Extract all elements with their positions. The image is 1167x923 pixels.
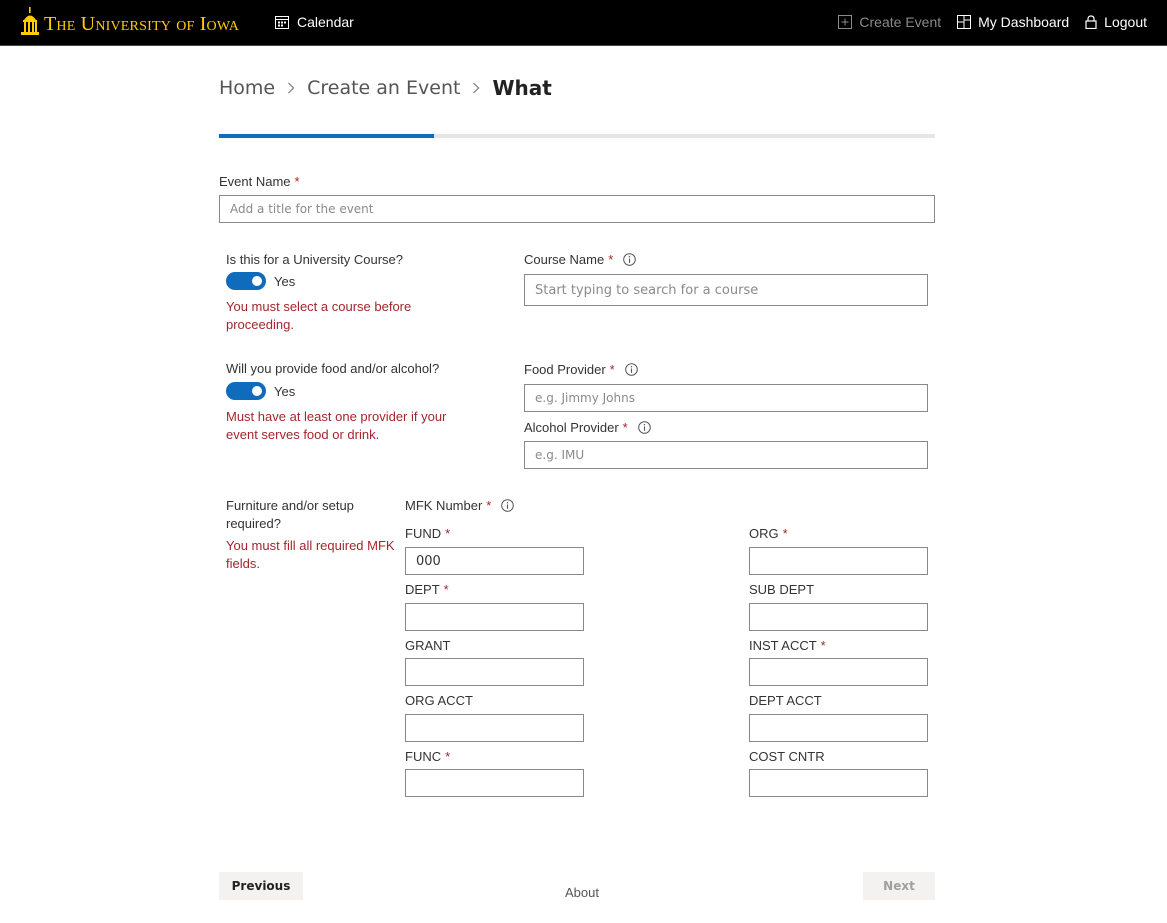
mfk-fund-label-text: FUND: [405, 526, 442, 541]
mfk-func-label-text: FUNC: [405, 749, 442, 764]
breadcrumb: Home Create an Event What: [219, 76, 552, 100]
chevron-right-icon: [287, 82, 295, 94]
breadcrumb-home[interactable]: Home: [219, 77, 275, 99]
capitol-dome-logo-icon: [21, 7, 39, 35]
about-link[interactable]: About: [565, 885, 599, 900]
mfk-cost-cntr-label-text: COST CNTR: [749, 749, 825, 764]
mfk-grant-label: GRANT: [405, 638, 451, 653]
alcohol-provider-input[interactable]: [524, 441, 928, 469]
mfk-grant-input[interactable]: [405, 658, 584, 686]
mfk-dept-label: DEPT *: [405, 582, 449, 597]
nav-dashboard-label: My Dashboard: [978, 14, 1070, 30]
mfk-fund-input[interactable]: [405, 547, 584, 575]
food-provider-label: Food Provider *: [524, 362, 638, 377]
mfk-number-label: MFK Number *: [405, 498, 515, 513]
required-marker: *: [294, 174, 300, 189]
previous-button[interactable]: Previous: [219, 872, 303, 900]
university-logo[interactable]: The University of Iowa: [20, 6, 239, 38]
add-icon: [838, 15, 853, 29]
info-icon[interactable]: [624, 363, 638, 376]
top-nav-bar: The University of Iowa Calendar Create E…: [0, 0, 1167, 46]
food-provider-label-text: Food Provider: [524, 362, 606, 377]
mfk-org-input[interactable]: [749, 547, 928, 575]
food-toggle[interactable]: [226, 382, 266, 400]
required-marker: *: [443, 582, 449, 597]
mfk-dept-acct-input[interactable]: [749, 714, 928, 742]
food-toggle-label: Yes: [274, 384, 296, 399]
mfk-dept-acct-label-text: DEPT ACCT: [749, 693, 822, 708]
calendar-icon: [275, 16, 289, 29]
required-marker: *: [622, 420, 628, 435]
mfk-inst-acct-label: INST ACCT *: [749, 638, 826, 653]
nav-calendar-label: Calendar: [297, 14, 354, 30]
info-icon[interactable]: [623, 253, 637, 266]
mfk-inst-acct-label-text: INST ACCT: [749, 638, 817, 653]
mfk-dept-input[interactable]: [405, 603, 584, 631]
required-marker: *: [486, 498, 492, 513]
mfk-sub-dept-input[interactable]: [749, 603, 928, 631]
info-icon[interactable]: [637, 421, 651, 434]
dashboard-icon: [957, 15, 972, 29]
furniture-error-message: You must fill all required MFK fields.: [226, 538, 395, 571]
nav-logout-label: Logout: [1104, 14, 1147, 30]
required-marker: *: [820, 638, 826, 653]
course-toggle[interactable]: [226, 272, 266, 290]
course-name-label: Course Name *: [524, 252, 637, 267]
required-marker: *: [609, 362, 615, 377]
course-question: Is this for a University Course?: [226, 252, 404, 267]
food-provider-input[interactable]: [524, 384, 928, 412]
nav-create-event-label: Create Event: [859, 14, 942, 30]
mfk-sub-dept-label: SUB DEPT: [749, 582, 814, 597]
required-marker: *: [445, 526, 451, 541]
nav-create-event[interactable]: Create Event: [838, 14, 941, 30]
toggle-knob: [252, 386, 262, 396]
mfk-dept-label-text: DEPT: [405, 582, 440, 597]
mfk-cost-cntr-input[interactable]: [749, 769, 928, 797]
step-progress-bar: [219, 134, 935, 138]
nav-dashboard[interactable]: My Dashboard: [957, 14, 1069, 30]
alcohol-provider-label-text: Alcohol Provider: [524, 420, 619, 435]
food-question: Will you provide food and/or alcohol?: [226, 361, 440, 376]
nav-right-group: Create Event My Dashboard Logout: [822, 14, 1147, 30]
mfk-dept-acct-label: DEPT ACCT: [749, 693, 822, 708]
mfk-sub-dept-label-text: SUB DEPT: [749, 582, 815, 597]
mfk-org-label-text: ORG: [749, 526, 779, 541]
mfk-org-acct-label: ORG ACCT: [405, 693, 473, 708]
event-name-label: Event Name *: [219, 174, 300, 189]
course-search-input[interactable]: [524, 274, 928, 306]
mfk-grant-label-text: GRANT: [405, 638, 451, 653]
food-error-message: Must have at least one provider if your …: [226, 409, 447, 442]
chevron-right-icon: [472, 82, 480, 94]
alcohol-provider-label: Alcohol Provider *: [524, 420, 651, 435]
mfk-func-label: FUNC *: [405, 749, 450, 764]
nav-calendar[interactable]: Calendar: [275, 14, 354, 30]
course-name-label-text: Course Name: [524, 252, 605, 267]
furniture-question: Furniture and/or setup required?: [226, 498, 354, 531]
mfk-func-input[interactable]: [405, 769, 584, 797]
mfk-org-acct-input[interactable]: [405, 714, 584, 742]
mfk-cost-cntr-label: COST CNTR: [749, 749, 825, 764]
course-error-message: You must select a course before proceedi…: [226, 299, 412, 332]
required-marker: *: [782, 526, 788, 541]
event-name-input[interactable]: [219, 195, 935, 223]
breadcrumb-create-event[interactable]: Create an Event: [307, 77, 460, 99]
mfk-org-acct-label-text: ORG ACCT: [405, 693, 473, 708]
mfk-number-label-text: MFK Number: [405, 498, 483, 513]
required-marker: *: [445, 749, 451, 764]
nav-logout[interactable]: Logout: [1085, 14, 1147, 30]
required-marker: *: [608, 252, 614, 267]
next-button[interactable]: Next: [863, 872, 935, 900]
lock-icon: [1085, 15, 1097, 29]
mfk-fund-label: FUND *: [405, 526, 450, 541]
event-name-label-text: Event Name: [219, 174, 291, 189]
logo-text: The University of Iowa: [44, 12, 240, 35]
step-progress-fill: [219, 134, 434, 138]
mfk-inst-acct-input[interactable]: [749, 658, 928, 686]
breadcrumb-current: What: [492, 76, 552, 100]
toggle-knob: [252, 276, 262, 286]
course-toggle-label: Yes: [274, 274, 296, 289]
mfk-org-label: ORG *: [749, 526, 788, 541]
info-icon[interactable]: [501, 499, 515, 512]
